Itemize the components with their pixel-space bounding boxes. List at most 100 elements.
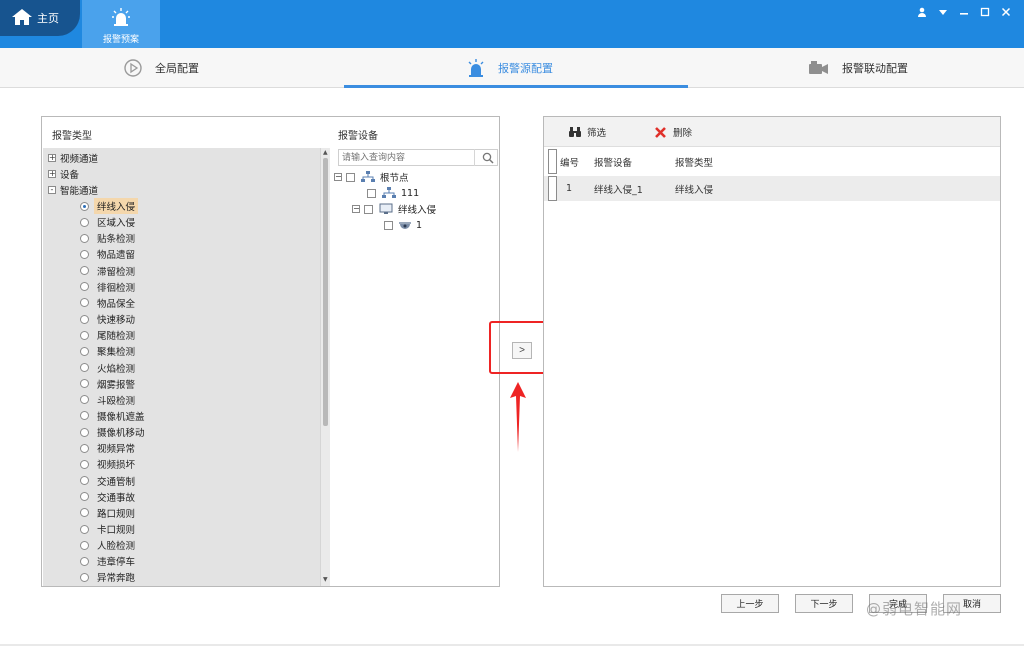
- alarm-type-item[interactable]: 聚集检测: [80, 343, 138, 359]
- column-header-id[interactable]: 编号: [560, 149, 579, 174]
- tree-node-channel-1[interactable]: 1: [384, 217, 422, 233]
- home-tab[interactable]: 主页: [0, 0, 80, 36]
- table-row[interactable]: 1 绊线入侵_1 绊线入侵: [544, 176, 1000, 201]
- search-icon[interactable]: [482, 152, 494, 167]
- root-checkbox[interactable]: [346, 172, 355, 182]
- radio-button[interactable]: [80, 379, 89, 389]
- radio-button[interactable]: [80, 443, 89, 453]
- alarm-type-item[interactable]: 路口规则: [80, 505, 138, 521]
- monitor-icon: [379, 203, 393, 215]
- radio-button[interactable]: [80, 330, 89, 340]
- alarm-plan-tab-label: 报警预案: [102, 35, 139, 45]
- alarm-type-item[interactable]: 物品遗留: [80, 246, 138, 262]
- radio-button[interactable]: [80, 508, 89, 518]
- alarm-type-label: 区域入侵: [97, 218, 136, 230]
- radio-button[interactable]: [80, 524, 89, 534]
- alarm-type-item[interactable]: 滞留检测: [80, 263, 138, 279]
- tree-node-video-channel[interactable]: + 视频通道: [48, 150, 98, 166]
- alarm-type-header: 报警类型: [52, 131, 92, 142]
- radio-button[interactable]: [80, 459, 89, 469]
- node-checkbox[interactable]: [384, 220, 393, 230]
- alarm-type-item[interactable]: 视频损坏: [80, 456, 138, 472]
- device-search-input[interactable]: [339, 150, 475, 165]
- minimize-icon[interactable]: [958, 6, 970, 18]
- alarm-type-item[interactable]: 绊线入侵: [80, 198, 139, 214]
- alarm-type-item[interactable]: 徘徊检测: [80, 279, 138, 295]
- expand-icon[interactable]: +: [48, 154, 56, 162]
- alarm-type-item[interactable]: 摄像机移动: [80, 424, 148, 440]
- tab-global-config[interactable]: 全局配置: [123, 48, 199, 88]
- radio-button[interactable]: [80, 492, 89, 502]
- add-to-list-button[interactable]: >: [512, 342, 532, 359]
- collapse-icon[interactable]: −: [352, 205, 360, 213]
- column-header-device[interactable]: 报警设备: [594, 149, 632, 174]
- type-tree-scrollbar[interactable]: ▲ ▼: [320, 148, 330, 586]
- tab-alarm-linkage-config[interactable]: 报警联动配置: [808, 48, 908, 88]
- annotation-arrow-icon: [509, 382, 527, 455]
- alarm-type-item[interactable]: 快速移动: [80, 311, 138, 327]
- collapse-icon[interactable]: -: [48, 186, 56, 194]
- previous-step-button[interactable]: 上一步: [721, 594, 779, 613]
- alarm-type-item[interactable]: 火焰检测: [80, 360, 138, 376]
- close-icon[interactable]: [1000, 6, 1012, 18]
- tree-node-label: 智能通道: [60, 186, 99, 197]
- user-icon[interactable]: [916, 6, 928, 18]
- tree-node-111[interactable]: 111: [367, 185, 419, 201]
- scroll-down-icon[interactable]: ▼: [323, 576, 328, 583]
- radio-button[interactable]: [80, 201, 89, 211]
- tree-node-tripwire[interactable]: − 绊线入侵: [352, 201, 436, 217]
- alarm-type-item[interactable]: 区域入侵: [80, 214, 138, 230]
- alarm-type-item[interactable]: 烟雾报警: [80, 376, 138, 392]
- tab-alarm-source-config[interactable]: 报警源配置: [466, 48, 553, 88]
- alarm-type-item[interactable]: 交通事故: [80, 489, 138, 505]
- radio-button[interactable]: [80, 217, 89, 227]
- tree-node-root[interactable]: − 根节点: [334, 169, 409, 185]
- alarm-type-item[interactable]: 物品保全: [80, 295, 138, 311]
- radio-button[interactable]: [80, 249, 89, 259]
- radio-button[interactable]: [80, 556, 89, 566]
- radio-button[interactable]: [80, 572, 89, 582]
- search-separator: [474, 149, 475, 166]
- node-checkbox[interactable]: [364, 204, 373, 214]
- scroll-up-icon[interactable]: ▲: [323, 149, 328, 156]
- delete-button[interactable]: 删除: [654, 125, 692, 139]
- menu-icon[interactable]: [937, 6, 949, 18]
- tree-node-smart-channel[interactable]: - 智能通道: [48, 182, 98, 198]
- alarm-plan-tab[interactable]: 报警预案: [82, 0, 160, 48]
- radio-button[interactable]: [80, 298, 89, 308]
- alarm-type-item[interactable]: 卡口规则: [80, 521, 138, 537]
- radio-button[interactable]: [80, 363, 89, 372]
- radio-button[interactable]: [80, 282, 89, 292]
- radio-button[interactable]: [80, 395, 89, 405]
- radio-button[interactable]: [80, 540, 89, 550]
- radio-button[interactable]: [80, 314, 89, 324]
- radio-button[interactable]: [80, 233, 89, 243]
- expand-icon[interactable]: +: [48, 170, 56, 178]
- filter-button[interactable]: 筛选: [569, 125, 606, 139]
- alarm-type-label: 火焰检测: [97, 363, 136, 375]
- radio-button[interactable]: [80, 476, 89, 486]
- radio-button[interactable]: [80, 411, 89, 421]
- collapse-icon[interactable]: −: [334, 173, 342, 181]
- next-step-button[interactable]: 下一步: [795, 594, 853, 613]
- radio-button[interactable]: [80, 427, 89, 437]
- maximize-icon[interactable]: [979, 6, 991, 18]
- scrollbar-thumb[interactable]: [323, 158, 328, 426]
- camera-icon: [808, 60, 830, 76]
- tree-node-device[interactable]: + 设备: [48, 166, 79, 182]
- alarm-type-item[interactable]: 尾随检测: [80, 327, 138, 343]
- alarm-type-item[interactable]: 人脸检测: [80, 537, 138, 553]
- radio-button[interactable]: [80, 266, 89, 276]
- radio-button[interactable]: [80, 346, 89, 356]
- alarm-type-item[interactable]: 贴条检测: [80, 230, 138, 246]
- alarm-type-label: 交通管制: [97, 476, 136, 488]
- alarm-type-item[interactable]: 违章停车: [80, 553, 138, 569]
- alarm-type-item[interactable]: 视频异常: [80, 440, 138, 456]
- alarm-type-item[interactable]: 异常奔跑: [80, 569, 138, 585]
- node-checkbox[interactable]: [367, 188, 376, 198]
- alarm-type-item[interactable]: 交通管制: [80, 473, 138, 489]
- selected-alarm-source-panel: 筛选 删除 编号 报警设备 报警类型 1 绊线入侵_1 绊线入侵: [543, 116, 1001, 587]
- alarm-type-item[interactable]: 斗殴检测: [80, 392, 138, 408]
- alarm-type-item[interactable]: 摄像机遮盖: [80, 408, 148, 424]
- column-header-type[interactable]: 报警类型: [675, 149, 713, 174]
